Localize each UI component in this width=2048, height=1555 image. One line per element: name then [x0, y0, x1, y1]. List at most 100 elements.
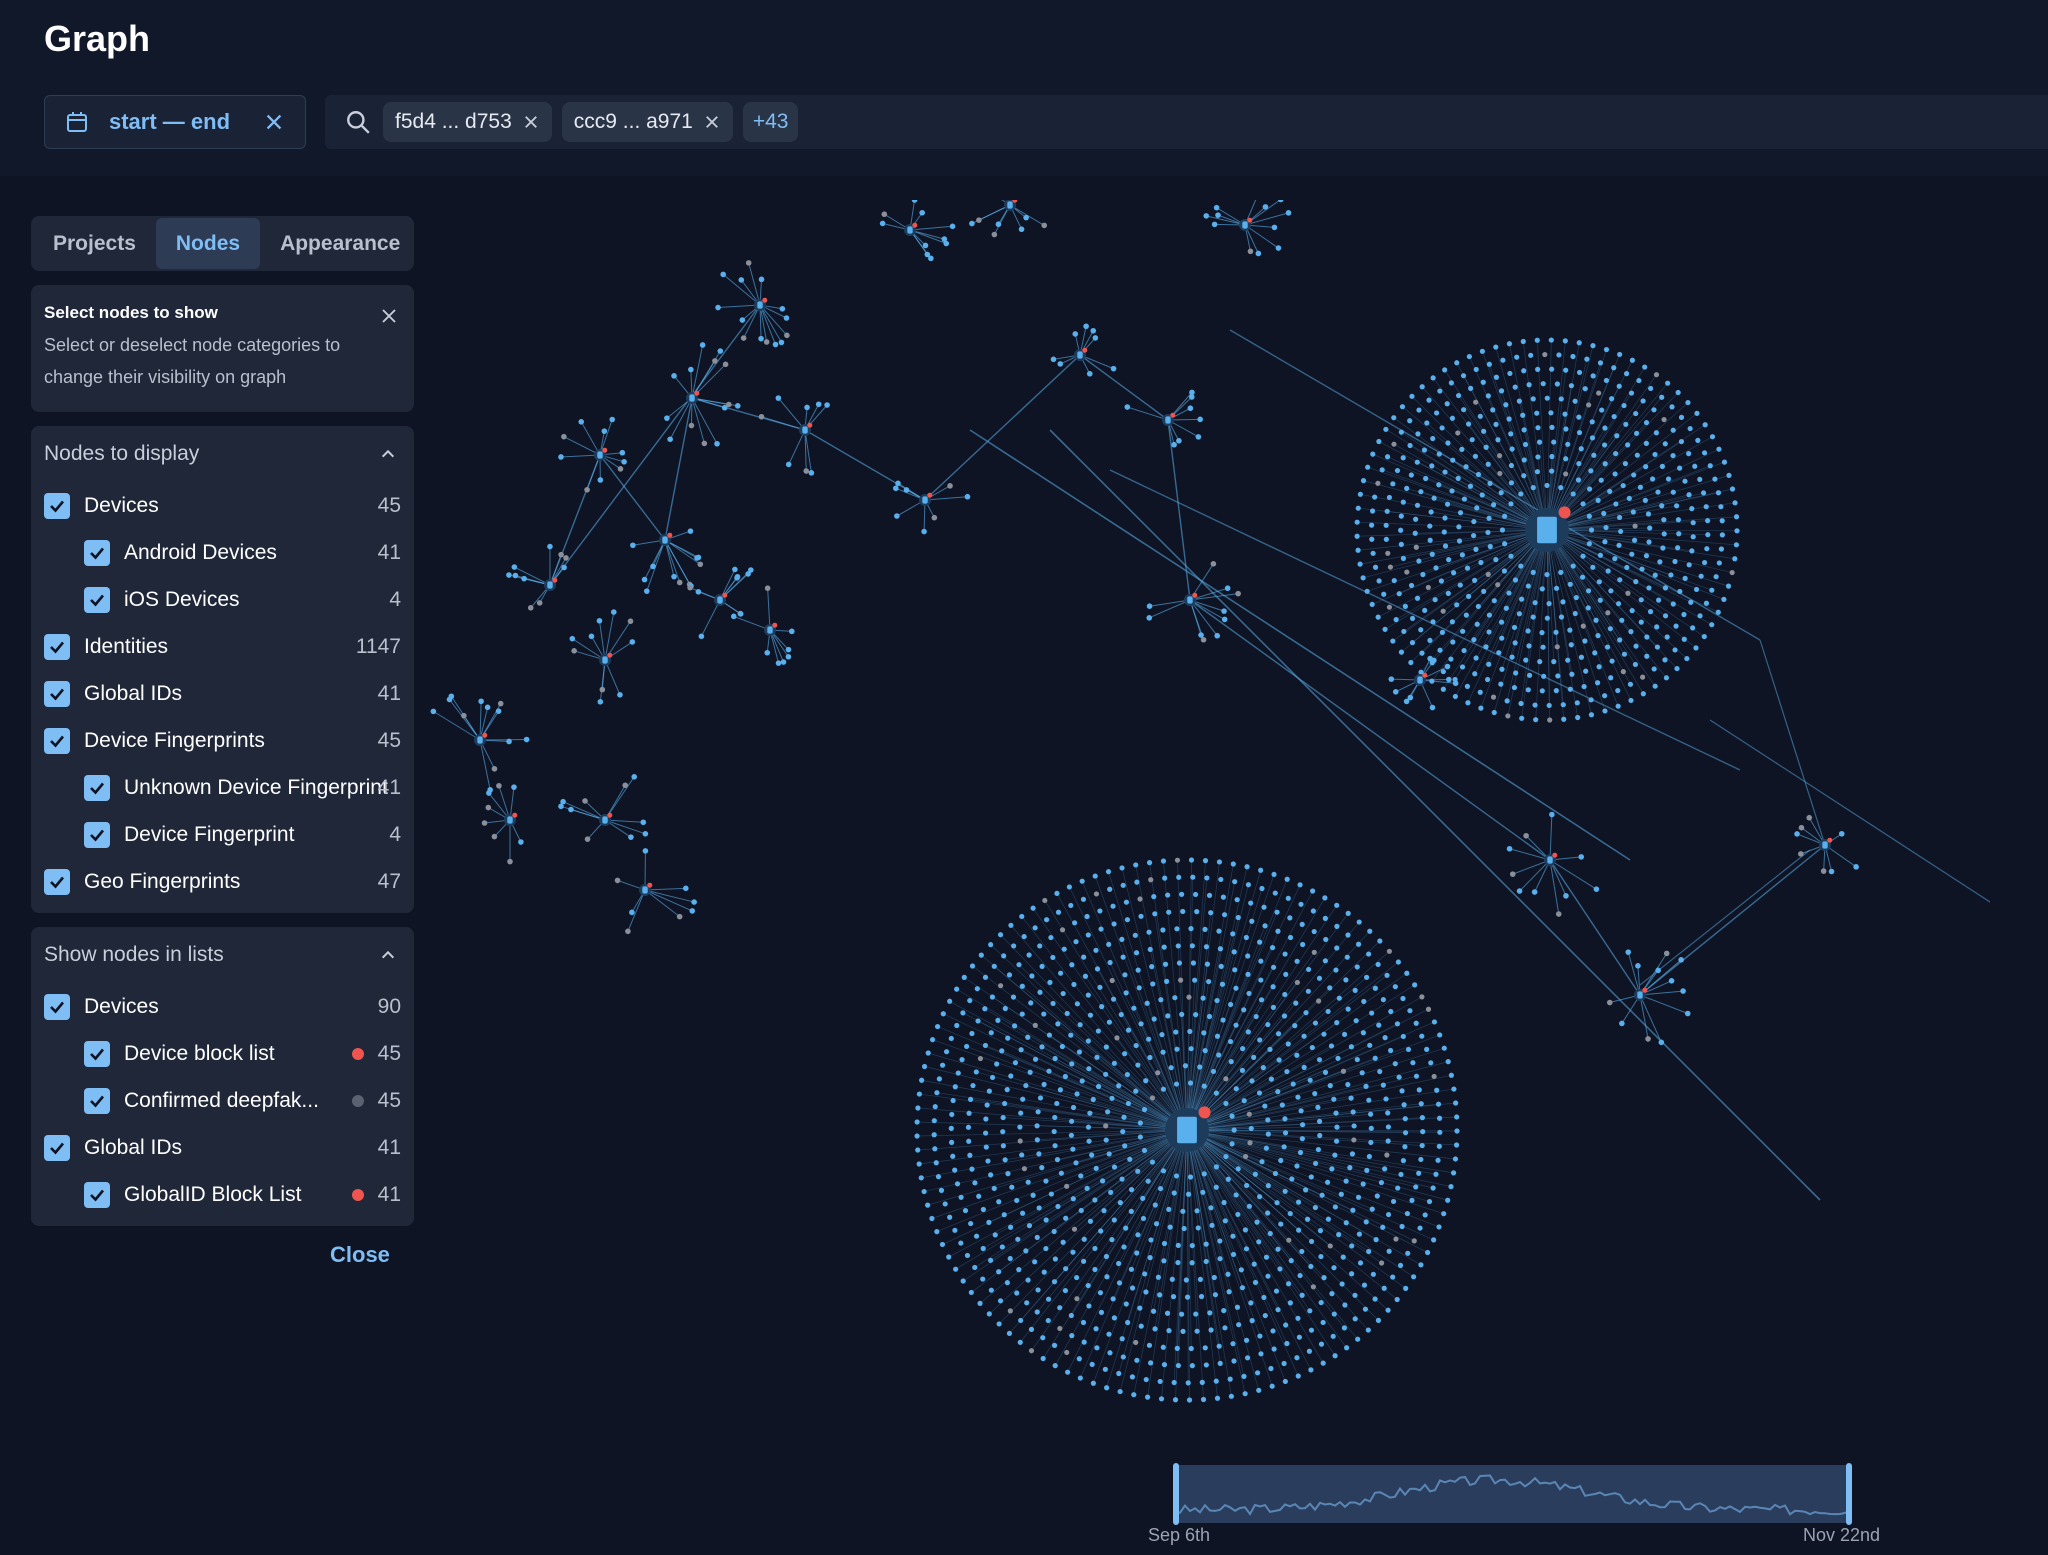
identity-node[interactable] [1436, 482, 1442, 488]
identity-node[interactable] [1138, 1323, 1144, 1329]
identity-node[interactable] [1455, 475, 1461, 481]
identity-node[interactable] [1189, 1242, 1195, 1249]
identity-node[interactable] [1674, 665, 1680, 672]
identity-node[interactable] [1299, 1292, 1305, 1298]
identity-node[interactable] [1146, 860, 1153, 866]
node-category-row[interactable]: Global IDs 41 [31, 670, 414, 717]
identity-node[interactable] [1282, 1378, 1288, 1385]
identity-node[interactable] [1418, 489, 1424, 495]
identity-node[interactable] [1521, 473, 1527, 479]
identity-node[interactable] [1820, 868, 1827, 874]
identity-node[interactable] [1638, 619, 1644, 625]
chevron-up-icon[interactable] [380, 446, 396, 462]
identity-node[interactable] [949, 1111, 955, 1118]
identity-node[interactable] [1506, 416, 1512, 422]
identity-node[interactable] [1063, 1215, 1069, 1221]
identity-node[interactable] [1028, 1348, 1035, 1354]
identity-node[interactable] [1316, 1118, 1323, 1124]
identity-node[interactable] [1043, 1245, 1049, 1252]
identity-node[interactable] [991, 1185, 997, 1192]
identity-node[interactable] [1251, 1054, 1257, 1060]
identity-node[interactable] [1311, 928, 1317, 935]
identity-node[interactable] [991, 963, 997, 969]
identity-node[interactable] [1459, 446, 1465, 452]
identity-node[interactable] [1567, 627, 1573, 633]
identity-node[interactable] [1219, 981, 1226, 987]
identity-node[interactable] [1252, 1279, 1259, 1286]
identity-node[interactable] [1164, 1310, 1171, 1316]
identity-node[interactable] [1388, 1047, 1394, 1054]
identity-node[interactable] [1535, 425, 1541, 431]
identity-node[interactable] [1586, 486, 1593, 492]
identity-node[interactable] [946, 1254, 952, 1260]
identity-node[interactable] [1485, 529, 1491, 536]
identity-node[interactable] [764, 649, 771, 656]
identity-node[interactable] [1268, 1365, 1274, 1372]
identity-node[interactable] [1472, 671, 1478, 677]
identity-node[interactable] [1017, 1339, 1023, 1345]
identity-node[interactable] [1307, 1308, 1313, 1314]
identity-node[interactable] [1350, 1109, 1356, 1115]
identity-node[interactable] [1549, 453, 1555, 460]
alert-badge[interactable] [1422, 672, 1428, 678]
identity-node[interactable] [561, 564, 567, 571]
identity-node[interactable] [1398, 527, 1404, 533]
identity-node[interactable] [1565, 441, 1571, 447]
node-category-row[interactable]: Unknown Device Fingerprint 41 [31, 764, 414, 811]
identity-node[interactable] [1393, 1236, 1399, 1242]
identity-node[interactable] [1613, 450, 1619, 457]
identity-node[interactable] [1409, 640, 1416, 646]
identity-node[interactable] [1230, 1251, 1237, 1258]
identity-node[interactable] [911, 200, 918, 203]
identity-node[interactable] [1152, 1202, 1158, 1208]
identity-node[interactable] [1238, 1267, 1244, 1273]
identity-node[interactable] [1455, 430, 1461, 436]
identity-node[interactable] [1430, 375, 1436, 381]
identity-node[interactable] [1071, 981, 1077, 988]
identity-node[interactable] [1653, 430, 1659, 436]
identity-node[interactable] [1382, 626, 1388, 632]
identity-node[interactable] [1104, 1385, 1110, 1391]
identity-node[interactable] [1102, 1366, 1108, 1372]
identity-node[interactable] [1025, 1034, 1031, 1040]
identity-node[interactable] [1187, 1080, 1194, 1086]
identity-node[interactable] [1653, 372, 1660, 378]
identity-node[interactable] [1578, 446, 1584, 452]
identity-node[interactable] [1125, 1319, 1131, 1326]
identity-node[interactable] [1633, 410, 1639, 417]
identity-node[interactable] [491, 765, 498, 772]
identity-node[interactable] [1506, 845, 1513, 852]
identity-node[interactable] [1026, 1223, 1033, 1229]
identity-node[interactable] [1365, 1327, 1371, 1333]
identity-node[interactable] [1439, 425, 1445, 431]
identity-node[interactable] [1605, 610, 1611, 616]
identity-node[interactable] [1390, 638, 1396, 644]
identity-node[interactable] [1659, 394, 1665, 400]
identity-node[interactable] [1071, 1226, 1078, 1232]
identity-node[interactable] [996, 1321, 1002, 1327]
identity-node[interactable] [1362, 1306, 1369, 1312]
identity-node[interactable] [1619, 617, 1625, 623]
identity-node[interactable] [1341, 1325, 1348, 1331]
identity-node[interactable] [1198, 1293, 1205, 1300]
identity-node[interactable] [1265, 1131, 1271, 1137]
identity-node[interactable] [1597, 360, 1604, 366]
identity-node[interactable] [1416, 1087, 1422, 1093]
identity-node[interactable] [1391, 577, 1397, 584]
identity-node[interactable] [1441, 1045, 1447, 1051]
identity-node[interactable] [1491, 709, 1497, 716]
identity-node[interactable] [1368, 1125, 1374, 1131]
identity-node[interactable] [622, 782, 629, 789]
identity-node[interactable] [1166, 1328, 1172, 1334]
identity-node[interactable] [1486, 661, 1492, 667]
identity-node[interactable] [1427, 637, 1433, 644]
identity-node[interactable] [1430, 1185, 1436, 1191]
identity-node[interactable] [446, 696, 453, 703]
identity-node[interactable] [1354, 964, 1360, 970]
identity-node[interactable] [1252, 1171, 1258, 1177]
identity-node[interactable] [1565, 657, 1571, 663]
identity-node[interactable] [1145, 1394, 1151, 1400]
identity-node[interactable] [1008, 1073, 1014, 1079]
identity-node[interactable] [523, 736, 530, 743]
identity-node[interactable] [1203, 213, 1210, 219]
